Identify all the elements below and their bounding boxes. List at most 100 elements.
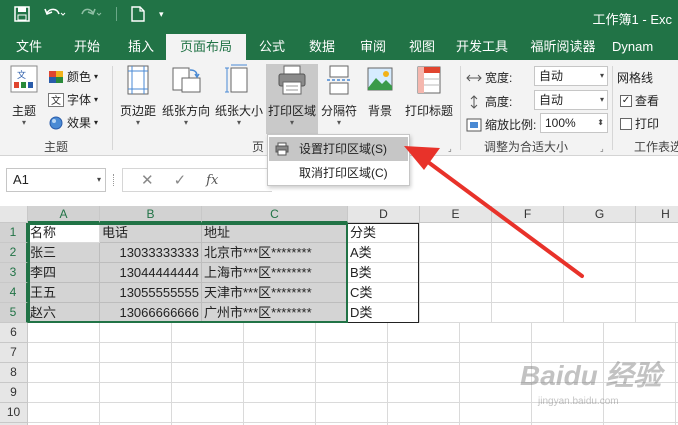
theme-effects-button[interactable]: 效果 ▾ [48, 114, 98, 131]
print-area-icon [278, 65, 306, 95]
column-header-d[interactable]: D [348, 206, 420, 223]
document-title: 工作簿1 - Exc [592, 12, 672, 27]
cell-d5[interactable]: D类 [348, 303, 420, 323]
width-select[interactable]: 自动 ▾ [534, 66, 608, 86]
toolbar-separator [116, 7, 117, 21]
tab-data[interactable]: 数据 [298, 34, 346, 60]
cell-a3[interactable]: 李四 [28, 263, 100, 283]
group-separator [612, 66, 613, 150]
height-select[interactable]: 自动 ▾ [534, 90, 608, 110]
column-header-e[interactable]: E [420, 206, 492, 223]
cell-c2[interactable]: 北京市***区******** [202, 243, 348, 263]
column-header-g[interactable]: G [564, 206, 636, 223]
gridlines-view-checkbox[interactable]: ✓ 查看 [620, 92, 659, 109]
colors-icon [49, 70, 63, 83]
tab-insert[interactable]: 插入 [116, 34, 166, 60]
divider [113, 174, 115, 186]
tab-developer[interactable]: 开发工具 [444, 34, 520, 60]
margins-icon [127, 65, 149, 95]
cell-c1[interactable]: 地址 [202, 223, 348, 243]
column-header-b[interactable]: B [100, 206, 202, 223]
cell-c5[interactable]: 广州市***区******** [202, 303, 348, 323]
cancel-icon[interactable]: ✕ [141, 171, 154, 189]
tab-review[interactable]: 审阅 [346, 34, 400, 60]
select-all-corner[interactable] [0, 206, 28, 223]
orientation-button[interactable]: 纸张方向 ▾ [160, 64, 212, 127]
menu-item-set-print-area[interactable]: 设置打印区域(S) [269, 137, 408, 161]
tab-view[interactable]: 视图 [400, 34, 444, 60]
column-header-f[interactable]: F [492, 206, 564, 223]
cell-a2[interactable]: 张三 [28, 243, 100, 263]
customize-toolbar-icon[interactable]: ▾ [159, 9, 164, 20]
theme-fonts-button[interactable]: 文 字体 ▾ [48, 91, 98, 108]
row-header[interactable]: 7 [0, 343, 28, 363]
page-setup-dialog-launcher[interactable]: ⌟ [448, 144, 452, 153]
name-box[interactable]: A1 ▾ [6, 168, 106, 192]
cell-a1[interactable]: 名称 [28, 223, 100, 243]
cell-b5[interactable]: 13066666666 [100, 303, 202, 323]
row-header[interactable]: 6 [0, 323, 28, 343]
cell-d2[interactable]: A类 [348, 243, 420, 263]
print-area-menu: 设置打印区域(S) 取消打印区域(C) [267, 134, 410, 186]
row-header[interactable]: 5 [0, 303, 28, 323]
tab-formulas[interactable]: 公式 [246, 34, 298, 60]
tab-page-layout[interactable]: 页面布局 [166, 34, 246, 60]
scale-label: 缩放比例: [466, 116, 536, 133]
print-titles-button[interactable]: 打印标题 [401, 64, 457, 119]
breaks-icon [327, 65, 351, 95]
redo-icon[interactable] [80, 6, 102, 22]
row-header[interactable]: 10 [0, 403, 28, 423]
fonts-icon: 文 [48, 92, 64, 107]
breaks-button[interactable]: 分隔符 ▾ [318, 64, 360, 127]
cell-c4[interactable]: 天津市***区******** [202, 283, 348, 303]
row-header[interactable]: 3 [0, 263, 28, 283]
background-button[interactable]: 背景 [362, 64, 398, 119]
cell-a5[interactable]: 赵六 [28, 303, 100, 323]
size-button[interactable]: 纸张大小 ▾ [213, 64, 265, 127]
row-header[interactable]: 9 [0, 383, 28, 403]
new-file-icon[interactable] [131, 6, 145, 22]
scale-input[interactable]: 100% ⬍ [540, 113, 608, 133]
cell-a4[interactable]: 王五 [28, 283, 100, 303]
tab-file[interactable]: 文件 [0, 34, 58, 60]
column-header-c[interactable]: C [202, 206, 348, 223]
gridlines-print-checkbox[interactable]: 打印 [620, 115, 659, 132]
menu-item-clear-print-area[interactable]: 取消打印区域(C) [269, 161, 408, 185]
cell-b3[interactable]: 13044444444 [100, 263, 202, 283]
cell-b4[interactable]: 13055555555 [100, 283, 202, 303]
row-header[interactable]: 8 [0, 363, 28, 383]
cell-d3[interactable]: B类 [348, 263, 420, 283]
tab-home[interactable]: 开始 [58, 34, 116, 60]
undo-icon[interactable] [44, 6, 66, 22]
margins-button[interactable]: 页边距 ▾ [116, 64, 160, 127]
watermark: Baidu 经验 jingyan.baidu.com [520, 350, 670, 420]
ribbon-tabs: 文件 开始 插入 页面布局 公式 数据 审阅 视图 开发工具 福昕阅读器 Dyn… [0, 34, 678, 60]
tab-foxit-reader[interactable]: 福昕阅读器 [520, 34, 606, 60]
row-header[interactable]: 2 [0, 243, 28, 263]
save-icon[interactable] [14, 6, 30, 22]
cell-d4[interactable]: C类 [348, 283, 420, 303]
group-label-scale-to-fit: 调整为合适大小 [484, 140, 569, 154]
effects-icon [49, 116, 63, 129]
row-header[interactable]: 1 [0, 223, 28, 243]
cell-b1[interactable]: 电话 [100, 223, 202, 243]
cell-b2[interactable]: 13033333333 [100, 243, 202, 263]
print-area-button[interactable]: 打印区域 ▾ [266, 64, 318, 134]
cell-c3[interactable]: 上海市***区******** [202, 263, 348, 283]
title-bar: ▾ 工作簿1 - Exc [0, 0, 678, 34]
row-header[interactable]: 4 [0, 283, 28, 303]
theme-colors-button[interactable]: 颜色 ▾ [48, 68, 98, 85]
group-label-sheet-options: 工作表选 [634, 140, 678, 154]
empty-cells[interactable] [420, 223, 678, 323]
column-header-h[interactable]: H [636, 206, 678, 223]
scale-dialog-launcher[interactable]: ⌟ [600, 144, 604, 153]
tab-dynamics[interactable]: Dynam [606, 34, 678, 60]
themes-button[interactable]: 文 主题 ▾ [6, 64, 42, 127]
width-label: 宽度: [466, 69, 512, 86]
column-header-a[interactable]: A [28, 206, 100, 223]
insert-function-icon[interactable]: fx [206, 173, 218, 188]
gridlines-header: 网格线 [617, 71, 654, 85]
cell-d1[interactable]: 分类 [348, 223, 420, 243]
enter-icon[interactable]: ✓ [174, 171, 187, 189]
watermark-brand: Baidu 经验 [520, 360, 662, 391]
